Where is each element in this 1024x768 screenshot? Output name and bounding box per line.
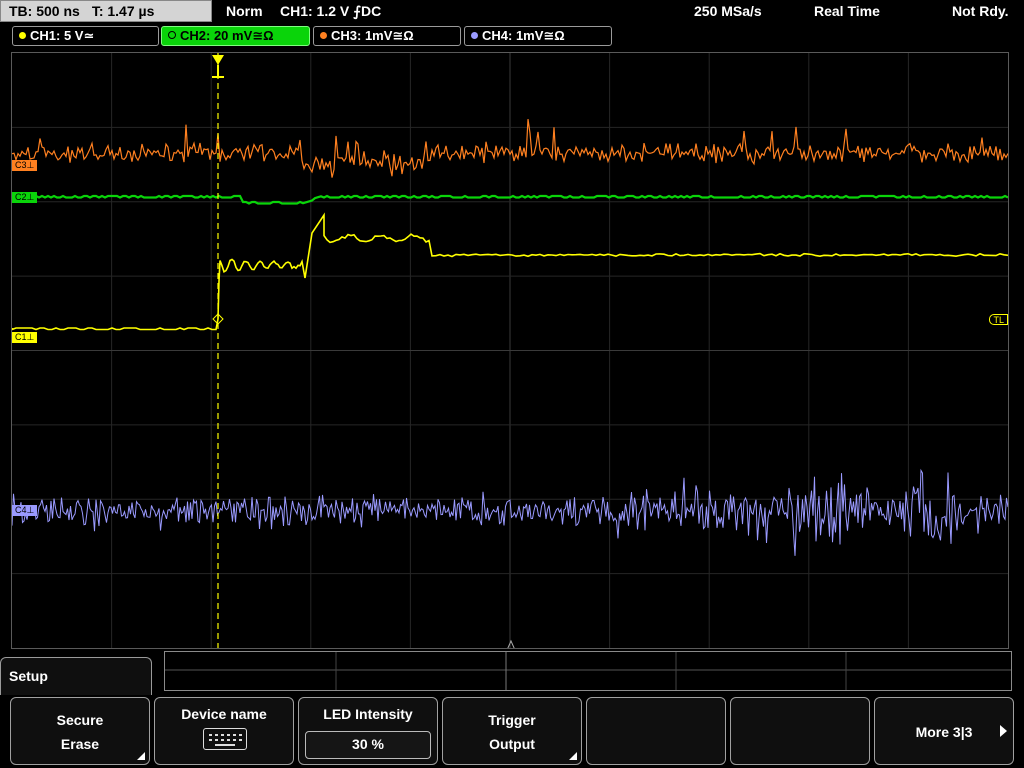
info-grid xyxy=(165,652,1011,690)
channel-tab-ch2[interactable]: CH2: 20 mV≅Ω xyxy=(161,26,310,46)
ch4-color-dot-icon xyxy=(471,32,478,39)
channel-tab-label: CH4: 1mV≅Ω xyxy=(482,28,565,43)
channel-tab-label: CH3: 1mV≅Ω xyxy=(331,28,414,43)
led-intensity-button[interactable]: LED Intensity 30 % xyxy=(298,697,438,765)
channel-tab-ch1[interactable]: CH1: 5 V≃ xyxy=(12,26,159,46)
ch3-color-dot-icon xyxy=(320,32,327,39)
ch1-color-dot-icon xyxy=(19,32,26,39)
ch2-color-dot-icon xyxy=(168,31,176,39)
empty-softkey-5[interactable] xyxy=(586,697,726,765)
acquisition-mode: Real Time xyxy=(814,3,880,19)
status-bar: TB: 500 ns T: 1.47 µs Norm CH1: 1.2 V ⨍DC… xyxy=(0,0,1024,24)
ch1-offset-marker[interactable]: C1⊥ xyxy=(12,332,38,343)
center-mark-icon xyxy=(507,639,515,648)
softkey-label: More 3|3 xyxy=(915,724,973,740)
more-menu-button[interactable]: More 3|3 xyxy=(874,697,1014,765)
device-name-button[interactable]: Device name xyxy=(154,697,294,765)
softkey-label: Trigger xyxy=(488,712,536,728)
submenu-corner-icon xyxy=(137,752,145,760)
softkey-label: LED Intensity xyxy=(323,706,413,722)
info-area xyxy=(164,651,1012,691)
led-intensity-value: 30 % xyxy=(305,731,431,759)
ch3-offset-marker[interactable]: C3⊥ xyxy=(12,160,38,171)
softkey-label: Output xyxy=(489,736,535,752)
next-page-arrow-icon xyxy=(1000,725,1007,737)
menu-title-tab: Setup xyxy=(0,657,152,695)
trigger-mode[interactable]: Norm xyxy=(226,3,263,19)
ch2-offset-marker[interactable]: C2⊥ xyxy=(12,192,38,203)
sample-rate: 250 MSa/s xyxy=(694,3,762,19)
ch4-offset-marker[interactable]: C4⊥ xyxy=(12,505,38,516)
waveform-svg xyxy=(12,53,1008,648)
oscilloscope-display: TB: 500 ns T: 1.47 µs Norm CH1: 1.2 V ⨍DC… xyxy=(0,0,1024,768)
grid xyxy=(12,53,1008,648)
softkey-label: Erase xyxy=(60,736,100,752)
secure-erase-button[interactable]: Secure Erase xyxy=(10,697,150,765)
channel-tab-ch4[interactable]: CH4: 1mV≅Ω xyxy=(464,26,612,46)
channel-tabs: CH1: 5 V≃ CH2: 20 mV≅Ω CH3: 1mV≅Ω CH4: 1… xyxy=(0,26,1024,48)
timebase-box[interactable]: TB: 500 ns T: 1.47 µs xyxy=(0,0,212,22)
trigger-output-button[interactable]: Trigger Output xyxy=(442,697,582,765)
trigger-time-value: T: 1.47 µs xyxy=(91,3,155,19)
trigger-info[interactable]: CH1: 1.2 V ⨍DC xyxy=(280,3,381,20)
waveform-area[interactable]: C3⊥ C2⊥ C1⊥ C4⊥ TL xyxy=(11,52,1009,649)
trigger-level-marker[interactable]: TL xyxy=(989,314,1008,325)
submenu-corner-icon xyxy=(569,752,577,760)
softkey-label: Device name xyxy=(181,706,267,722)
acquisition-state: Not Rdy. xyxy=(952,3,1009,19)
timebase-value: TB: 500 ns xyxy=(9,3,80,19)
channel-tab-label: CH2: 20 mV≅Ω xyxy=(180,28,274,43)
trigger-position-icon[interactable] xyxy=(212,55,224,78)
channel-tab-label: CH1: 5 V≃ xyxy=(30,28,95,43)
empty-softkey-6[interactable] xyxy=(730,697,870,765)
channel-tab-ch3[interactable]: CH3: 1mV≅Ω xyxy=(313,26,461,46)
softkey-label: Secure xyxy=(56,712,104,728)
menu-title: Setup xyxy=(9,668,48,684)
keyboard-icon xyxy=(203,728,247,750)
